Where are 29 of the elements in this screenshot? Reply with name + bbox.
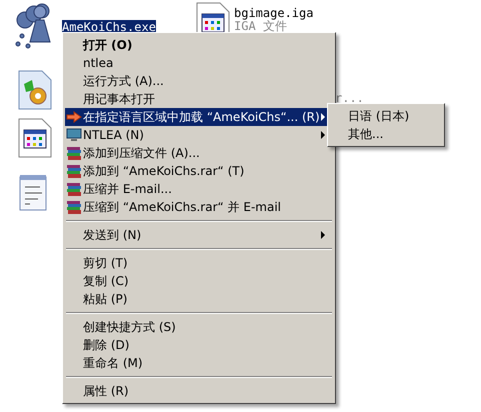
- menu-item[interactable]: 压缩并 E-mail...: [65, 180, 333, 198]
- book-stack-icon: [66, 146, 82, 160]
- menu-item[interactable]: 添加到 “AmeKoiChs.rar“ (T): [65, 162, 333, 180]
- gear-file-icon[interactable]: [18, 70, 52, 110]
- monitor-icon: [66, 128, 82, 142]
- menu-item[interactable]: 重命名 (M): [65, 354, 333, 372]
- menu-item[interactable]: ntlea: [65, 54, 333, 72]
- menu-item[interactable]: 创建快捷方式 (S): [65, 318, 333, 336]
- file-type: IGA 文件: [234, 20, 287, 33]
- notepad-icon[interactable]: [18, 172, 48, 212]
- book-stack-icon: [66, 200, 82, 214]
- menu-item[interactable]: 复制 (C): [65, 272, 333, 290]
- menu-item[interactable]: 粘贴 (P): [65, 290, 333, 308]
- menu-item[interactable]: 用记事本打开: [65, 90, 333, 108]
- menu-item[interactable]: 打开 (O): [65, 36, 333, 54]
- document-window-icon[interactable]: [18, 118, 52, 158]
- menu-item[interactable]: 属性 (R): [65, 382, 333, 400]
- menu-item[interactable]: 日语 (日本): [330, 107, 442, 125]
- menu-item[interactable]: 删除 (D): [65, 336, 333, 354]
- file-name[interactable]: bgimage.iga: [234, 6, 314, 20]
- menu-item[interactable]: 发送到 (N): [65, 226, 333, 244]
- arrow-icon: [66, 111, 82, 123]
- book-stack-icon: [66, 182, 82, 196]
- menu-item[interactable]: 剪切 (T): [65, 254, 333, 272]
- menu-item[interactable]: 其他...: [330, 125, 442, 143]
- menu-item[interactable]: 运行方式 (A)...: [65, 72, 333, 90]
- menu-item[interactable]: 压缩到 “AmeKoiChs.rar“ 并 E-mail: [65, 198, 333, 216]
- menu-item[interactable]: 添加到压缩文件 (A)...: [65, 144, 333, 162]
- book-stack-icon: [66, 164, 82, 178]
